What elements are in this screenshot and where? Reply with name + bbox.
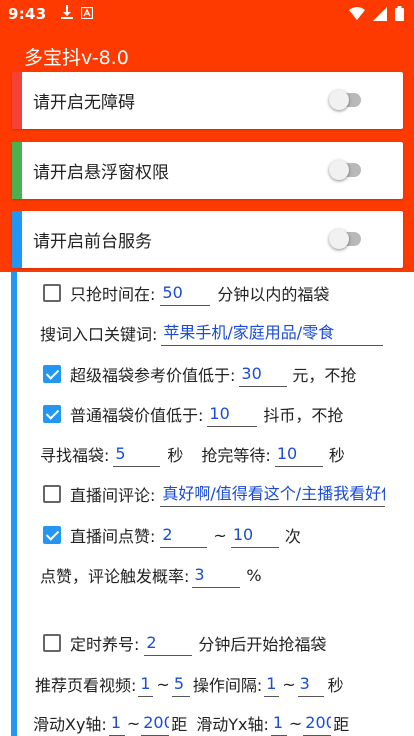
swipe-x-unit: 距 (171, 715, 188, 734)
comment-prefix: 直播间评论: (70, 486, 156, 505)
battery-icon (395, 6, 404, 25)
keywords-input[interactable]: 苹果手机/家庭用品/零食 (161, 320, 384, 346)
overlay-toggle[interactable] (329, 160, 361, 180)
wifi-icon (349, 6, 365, 25)
wait-unit: 秒 (328, 446, 345, 465)
like-max-input[interactable]: 10 (230, 522, 279, 548)
comment-row: 直播间评论: 真好啊/值得看这个/主播我看好你 (43, 479, 386, 509)
permission-card-overlay[interactable]: 请开启悬浮窗权限 (12, 142, 403, 199)
keywords-label: 搜词入口关键词: (40, 325, 158, 344)
super-bag-checkbox[interactable] (43, 365, 61, 383)
normal-bag-prefix: 普通福袋价值低于: (70, 406, 204, 425)
wait-input[interactable]: 10 (274, 441, 323, 467)
like-prefix: 直播间点赞: (70, 527, 156, 546)
time-limit-suffix: 分钟以内的福袋 (217, 285, 330, 304)
find-row: 寻找福袋: 5 秒 抢完等待: 10 秒 (40, 439, 345, 469)
op-unit: 秒 (327, 676, 344, 695)
permission-label: 请开启悬浮窗权限 (33, 163, 169, 183)
find-interval-input[interactable]: 5 (113, 441, 161, 467)
permission-label: 请开启前台服务 (33, 232, 152, 252)
swipe-y-sep: ~ (288, 713, 303, 733)
normal-bag-suffix: 抖币，不抢 (263, 406, 344, 425)
time-limit-row: 只抢时间在: 50 分钟以内的福袋 (43, 278, 329, 308)
app-notification-icon (80, 5, 93, 23)
like-unit: 次 (284, 527, 301, 546)
super-bag-prefix: 超级福袋参考价值低于: (70, 366, 236, 385)
foreground-service-toggle[interactable] (329, 229, 361, 249)
super-bag-row: 超级福袋参考价值低于: 30 元，不抢 (43, 359, 356, 389)
comment-input[interactable]: 真好啊/值得看这个/主播我看好你 (160, 481, 386, 507)
toggle-knob (329, 229, 349, 249)
permission-card-foreground-service[interactable]: 请开启前台服务 (12, 211, 403, 268)
timer-checkbox[interactable] (43, 634, 61, 652)
wait-label: 抢完等待: (201, 446, 271, 465)
swipe-row: 滑动Xy轴: 1 ~ 200 距 滑动Yx轴: 1 ~ 200 距 (33, 708, 349, 736)
normal-bag-row: 普通福袋价值低于: 10 抖币，不抢 (43, 399, 343, 429)
like-min-input[interactable]: 2 (160, 522, 208, 548)
video-label: 推荐页看视频: (35, 676, 137, 695)
video-range-sep: ~ (156, 674, 170, 694)
time-limit-prefix: 只抢时间在: (70, 285, 156, 304)
swipe-y-max-input[interactable]: 200 (303, 710, 332, 736)
swipe-y-unit: 距 (333, 715, 350, 734)
op-max-input[interactable]: 3 (297, 671, 324, 697)
accessibility-toggle[interactable] (329, 90, 361, 110)
op-min-input[interactable]: 1 (264, 671, 280, 697)
op-range-sep: ~ (282, 674, 296, 694)
keywords-row: 搜词入口关键词: 苹果手机/家庭用品/零食 (40, 318, 384, 348)
app-title: 多宝抖v-8.0 (24, 47, 129, 69)
normal-bag-input[interactable]: 10 (207, 401, 258, 427)
swipe-x-min-input[interactable]: 1 (108, 710, 125, 736)
timer-input[interactable]: 2 (144, 630, 193, 656)
status-time: 9:43 (8, 5, 47, 23)
rate-input[interactable]: 3 (192, 562, 241, 588)
video-max-input[interactable]: 5 (171, 671, 190, 697)
time-limit-checkbox[interactable] (43, 284, 61, 302)
card-accent (12, 72, 22, 129)
rate-row: 点赞，评论触发概率: 3 % (40, 560, 262, 590)
rate-label: 点赞，评论触发概率: (40, 567, 190, 586)
find-unit: 秒 (167, 446, 184, 465)
op-interval-label: 操作间隔: (192, 676, 263, 695)
find-label: 寻找福袋: (40, 446, 110, 465)
like-range-sep: ~ (213, 525, 227, 545)
app-header: 多宝抖v-8.0 请开启无障碍 请开启悬浮窗权限 请开启前台服务 (0, 28, 414, 272)
settings-panel: 只抢时间在: 50 分钟以内的福袋 搜词入口关键词: 苹果手机/家庭用品/零食 … (17, 272, 414, 736)
toggle-knob (329, 160, 349, 180)
timer-row: 定时养号: 2 分钟后开始抢福袋 (43, 628, 326, 658)
swipe-x-max-input[interactable]: 200 (141, 710, 170, 736)
card-accent (12, 142, 22, 199)
super-bag-suffix: 元，不抢 (292, 366, 357, 385)
super-bag-input[interactable]: 30 (239, 361, 288, 387)
download-icon (60, 5, 73, 23)
permission-label: 请开启无障碍 (33, 93, 135, 113)
normal-bag-checkbox[interactable] (43, 405, 61, 423)
card-accent (12, 211, 22, 268)
comment-checkbox[interactable] (43, 485, 61, 503)
video-row: 推荐页看视频: 1 ~ 5 操作间隔: 1 ~ 3 秒 (35, 669, 344, 699)
permission-card-accessibility[interactable]: 请开启无障碍 (12, 72, 403, 129)
status-bar: 9:43 (0, 0, 414, 28)
video-min-input[interactable]: 1 (138, 671, 154, 697)
time-limit-input[interactable]: 50 (160, 280, 211, 306)
like-checkbox[interactable] (43, 526, 61, 544)
signal-icon (373, 6, 387, 25)
timer-prefix: 定时养号: (70, 635, 140, 654)
timer-suffix: 分钟后开始抢福袋 (198, 635, 327, 654)
toggle-knob (329, 90, 349, 110)
swipe-y-min-input[interactable]: 1 (270, 710, 287, 736)
swipe-x-label: 滑动Xy轴: (33, 715, 107, 734)
swipe-x-sep: ~ (126, 713, 141, 733)
rate-unit: % (246, 565, 262, 585)
swipe-y-label: 滑动Yx轴: (196, 715, 269, 734)
like-row: 直播间点赞: 2 ~ 10 次 (43, 520, 301, 550)
